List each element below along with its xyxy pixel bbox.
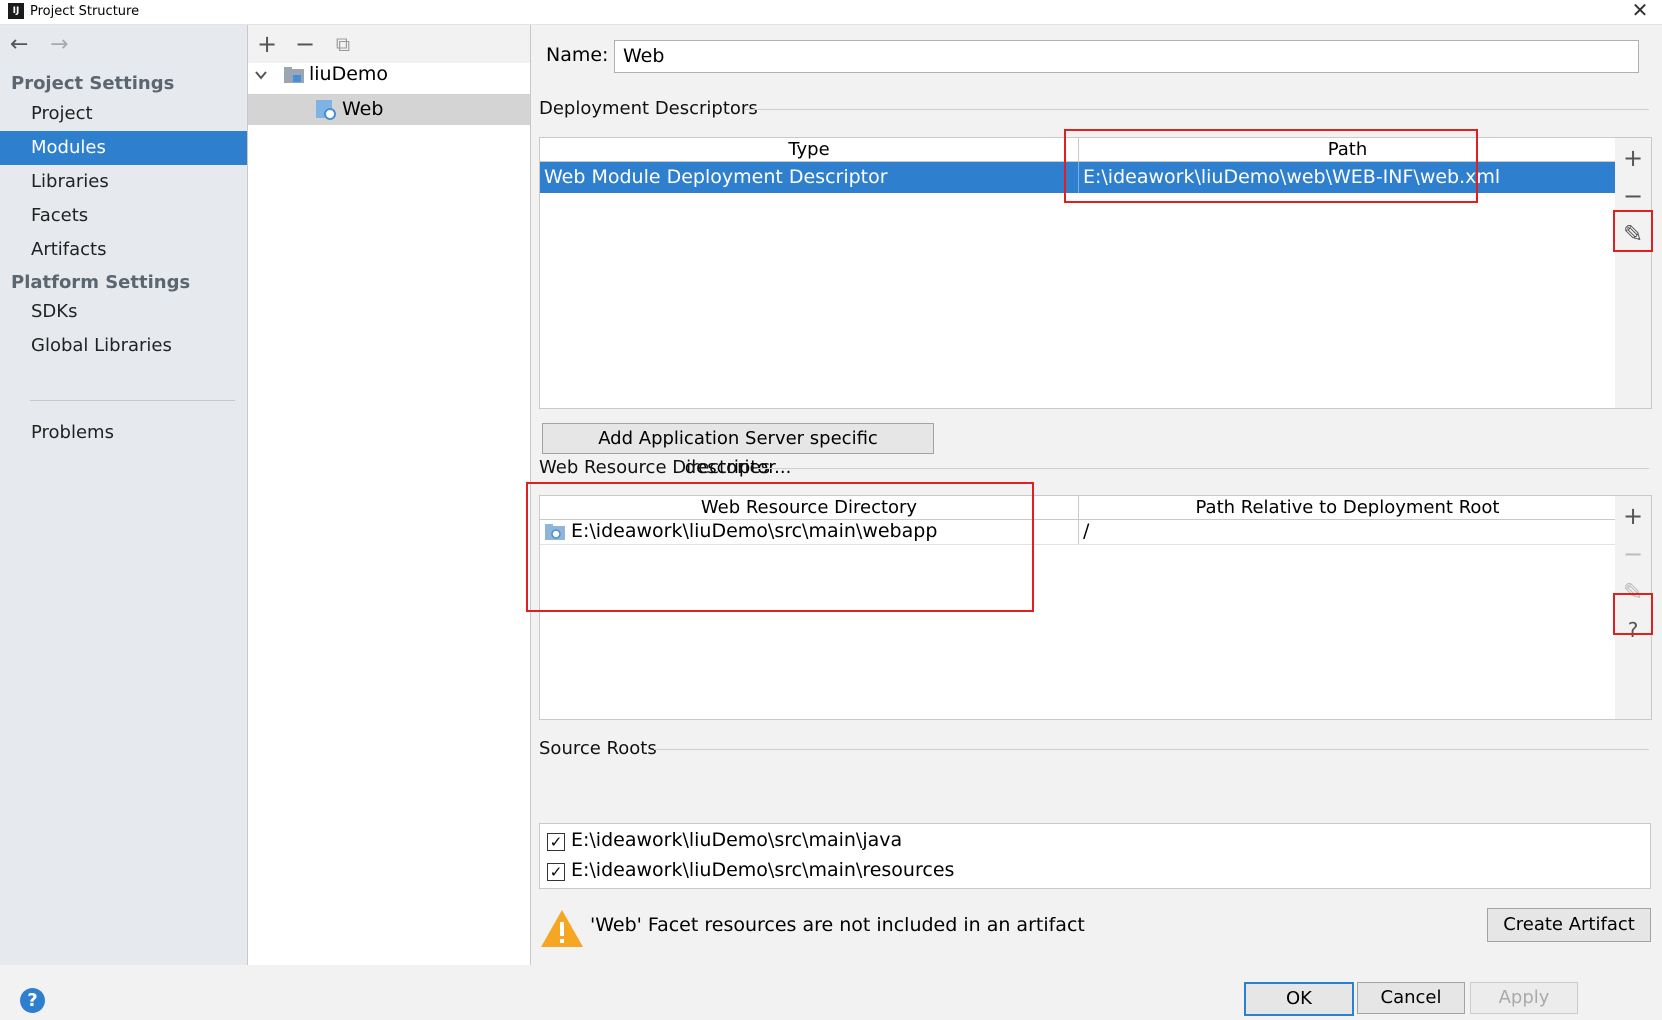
highlight-box-web-resources — [526, 482, 1034, 612]
copy-icon[interactable]: ⧉ — [328, 27, 358, 61]
column-divider — [1078, 520, 1079, 544]
column-header-type[interactable]: Type — [540, 138, 1078, 161]
deployment-descriptors-title: Deployment Descriptors — [539, 98, 758, 119]
create-artifact-button[interactable]: Create Artifact — [1487, 908, 1651, 942]
sidebar-item-modules[interactable]: Modules — [0, 131, 247, 165]
highlight-box-path — [1064, 129, 1478, 203]
web-facet-icon — [316, 100, 336, 120]
source-roots-title: Source Roots — [539, 738, 657, 759]
sidebar-divider — [30, 400, 235, 401]
column-header-relative-path[interactable]: Path Relative to Deployment Root — [1079, 496, 1616, 519]
source-root-java: E:\ideawork\liuDemo\src\main\java — [571, 829, 903, 851]
tree-node-liudemo[interactable]: liuDemo — [309, 59, 388, 89]
sidebar-item-sdks[interactable]: SDKs — [0, 295, 247, 329]
facet-editor: Name: Web Deployment Descriptors Type Pa… — [526, 25, 1662, 965]
tree-toolbar: + − ⧉ — [248, 25, 530, 63]
cancel-button[interactable]: Cancel — [1357, 982, 1465, 1014]
app-icon: IJ — [8, 3, 24, 19]
web-resource-directories-title: Web Resource Directories — [539, 457, 770, 478]
highlight-box-edit — [1613, 593, 1653, 635]
cell-descriptor-type: Web Module Deployment Descriptor — [544, 166, 888, 188]
back-arrow-icon[interactable]: ← — [10, 33, 28, 57]
tree-node-web-row[interactable]: Web — [248, 94, 530, 125]
forward-arrow-icon[interactable]: → — [50, 33, 68, 57]
add-descriptor-icon[interactable]: + — [1615, 140, 1651, 176]
module-folder-icon — [284, 67, 304, 83]
source-root-resources: E:\ideawork\liuDemo\src\main\resources — [571, 859, 955, 881]
title-bar: IJ Project Structure ✕ — [0, 0, 1662, 25]
group-separator — [757, 468, 1649, 469]
ok-button[interactable]: OK — [1244, 982, 1354, 1016]
group-separator — [744, 109, 1649, 110]
tree-node-web-label: Web — [342, 98, 384, 120]
sidebar-item-libraries[interactable]: Libraries — [0, 165, 247, 199]
help-icon[interactable]: ? — [20, 988, 45, 1013]
cell-relative-path: / — [1083, 520, 1090, 542]
name-input[interactable]: Web — [614, 40, 1639, 73]
source-root-checkbox[interactable]: ✓ — [547, 863, 565, 881]
artifact-warning-text: 'Web' Facet resources are not included i… — [590, 914, 1085, 936]
highlight-box-edit — [1613, 210, 1653, 252]
sidebar-item-facets[interactable]: Facets — [0, 199, 247, 233]
remove-web-resource-icon[interactable]: − — [1615, 536, 1651, 572]
sidebar-item-artifacts[interactable]: Artifacts — [0, 233, 247, 267]
group-separator — [654, 749, 1649, 750]
settings-sidebar: ← → Project Settings Project Modules Lib… — [0, 25, 248, 965]
project-settings-heading: Project Settings — [11, 73, 175, 94]
add-server-descriptor-button[interactable]: Add Application Server specific descript… — [542, 423, 934, 478]
chevron-down-icon[interactable] — [254, 67, 268, 81]
add-web-resource-icon[interactable]: + — [1615, 498, 1651, 534]
remove-icon[interactable]: − — [290, 27, 320, 61]
remove-descriptor-icon[interactable]: − — [1615, 178, 1651, 214]
sidebar-item-global-libraries[interactable]: Global Libraries — [0, 329, 247, 363]
add-icon[interactable]: + — [252, 27, 282, 61]
apply-button[interactable]: Apply — [1470, 982, 1578, 1014]
deployment-side-toolbar: + − ✎ — [1615, 137, 1652, 409]
sidebar-item-project[interactable]: Project — [0, 97, 247, 131]
module-tree-panel: + − ⧉ liuDemo Web — [248, 25, 531, 965]
source-root-checkbox[interactable]: ✓ — [547, 833, 565, 851]
name-label: Name: — [546, 44, 609, 66]
warning-icon — [540, 908, 584, 948]
window-title: Project Structure — [30, 4, 140, 19]
source-roots-list: ✓ E:\ideawork\liuDemo\src\main\java ✓ E:… — [539, 823, 1651, 889]
platform-settings-heading: Platform Settings — [11, 272, 191, 293]
close-icon[interactable]: ✕ — [1626, 0, 1654, 22]
sidebar-item-problems[interactable]: Problems — [0, 416, 247, 450]
